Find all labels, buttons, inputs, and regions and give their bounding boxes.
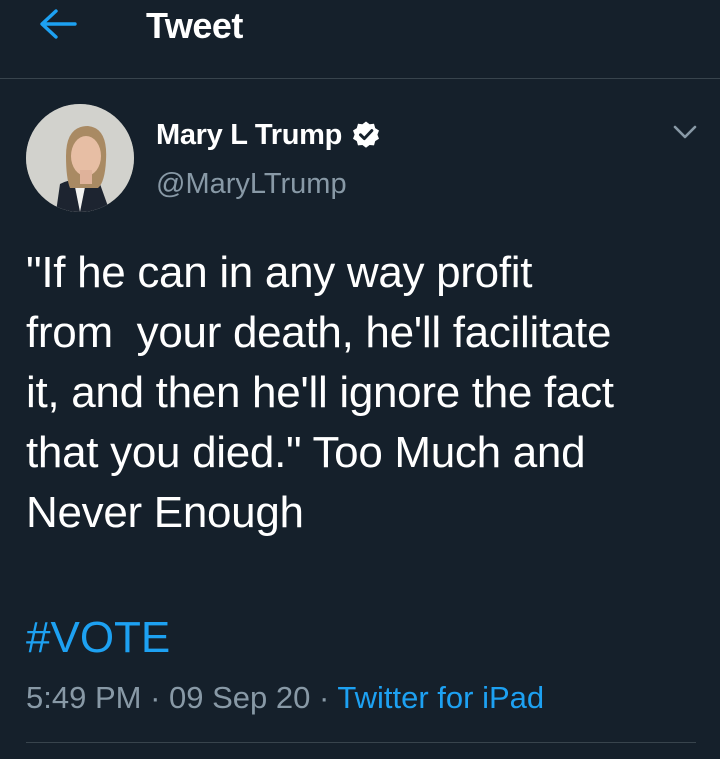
verified-badge-icon (351, 120, 381, 150)
tweet-menu-button[interactable] (664, 116, 706, 152)
tweet-date: 09 Sep 20 (169, 680, 311, 715)
avatar[interactable] (26, 104, 134, 212)
separator-dot: · (150, 680, 161, 715)
tweet-time: 5:49 PM (26, 680, 142, 715)
tweet-text: "If he can in any way profit from your d… (26, 248, 614, 537)
author-name-text: Mary L Trump (156, 119, 343, 151)
arrow-left-icon (37, 7, 79, 46)
divider (26, 742, 696, 743)
separator-dot: · (319, 680, 330, 715)
page-title: Tweet (146, 5, 243, 46)
top-bar: Tweet (0, 0, 720, 79)
tweet-meta: 5:49 PM · 09 Sep 20 · Twitter for iPad (26, 678, 544, 718)
hashtag-link[interactable]: #VOTE (26, 608, 170, 668)
author-handle[interactable]: @MaryLTrump (156, 166, 347, 202)
chevron-down-icon (672, 124, 698, 145)
back-button[interactable] (30, 6, 86, 46)
author-name[interactable]: Mary L Trump (156, 117, 381, 153)
tweet-source-link[interactable]: Twitter for iPad (337, 680, 544, 715)
